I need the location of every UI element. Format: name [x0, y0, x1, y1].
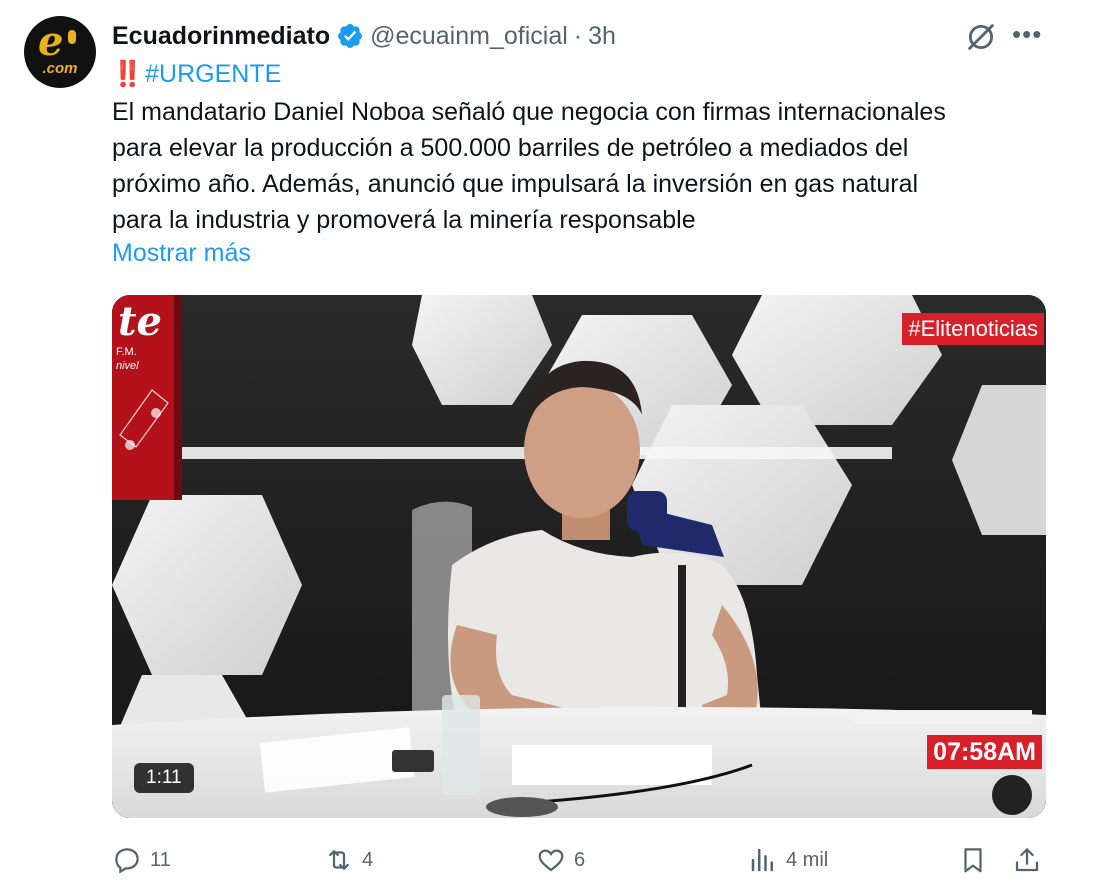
- repost-icon: [329, 850, 349, 870]
- like-icon: [538, 849, 564, 872]
- tweet-text: El mandatario Daniel Noboa señaló que ne…: [112, 94, 1072, 238]
- tweet-header: Ecuadorinmediato @ecuainm_oficial · 3h: [112, 18, 616, 54]
- like-count: 6: [574, 848, 586, 871]
- display-name[interactable]: Ecuadorinmediato: [112, 22, 330, 51]
- water-glass: [442, 695, 480, 795]
- grok-icon[interactable]: [964, 20, 998, 54]
- share-button[interactable]: [1012, 840, 1042, 880]
- share-icon: [1015, 848, 1039, 872]
- views-button[interactable]: 4 mil: [748, 840, 828, 880]
- more-icon[interactable]: •••: [1012, 20, 1042, 48]
- avatar-mic-shape: [68, 30, 76, 44]
- double-exclamation-emoji: ‼️: [112, 60, 143, 88]
- backdrop-logo-subtext: nivel: [116, 360, 139, 372]
- bookmark-icon: [964, 848, 982, 873]
- reply-button[interactable]: 11: [112, 840, 171, 880]
- video-duration-badge: 1:11: [134, 763, 194, 793]
- video-player[interactable]: te F.M. nivel #Elitenoticias 07:58AM 1:1…: [112, 295, 1046, 818]
- action-bar: 11 4 6 4 mil: [112, 840, 1048, 880]
- backdrop-hexagon: [112, 495, 302, 675]
- views-count: 4 mil: [786, 848, 829, 871]
- reply-count: 11: [150, 848, 171, 871]
- tweet-text-line: para elevar la producción a 500.000 barr…: [112, 134, 909, 162]
- reply-icon: [115, 848, 139, 874]
- tweet-text-line: próximo año. Además, anunció que impulsa…: [112, 170, 919, 198]
- video-frame: te F.M. nivel: [112, 295, 1046, 818]
- timestamp[interactable]: 3h: [588, 22, 616, 51]
- avatar-logo-letter: e: [38, 18, 64, 65]
- bookmark-button[interactable]: [958, 840, 988, 880]
- hashtag-link[interactable]: #URGENTE: [145, 60, 281, 88]
- avatar[interactable]: e .com: [24, 16, 96, 88]
- verified-badge-icon: [338, 24, 363, 48]
- tweet-text-line: El mandatario Daniel Noboa señaló que ne…: [112, 98, 946, 126]
- repost-button[interactable]: 4: [324, 840, 373, 880]
- clock-overlay: 07:58AM: [927, 735, 1042, 769]
- show-more-link[interactable]: Mostrar más: [112, 237, 251, 269]
- backdrop-logo-text: te: [118, 298, 162, 345]
- hashtag-line: ‼️ #URGENTE: [112, 58, 281, 90]
- channel-hashtag-overlay: #Elitenoticias: [902, 313, 1044, 345]
- like-button[interactable]: 6: [536, 840, 585, 880]
- views-icon: [751, 848, 773, 872]
- handle[interactable]: @ecuainm_oficial: [370, 22, 568, 51]
- repost-count: 4: [362, 848, 374, 871]
- tweet-text-line: para la industria y promoverá la minería…: [112, 206, 696, 234]
- backdrop-logo-subtext: F.M.: [116, 346, 137, 358]
- separator-dot: ·: [573, 21, 583, 50]
- avatar-logo-domain: .com: [42, 60, 78, 77]
